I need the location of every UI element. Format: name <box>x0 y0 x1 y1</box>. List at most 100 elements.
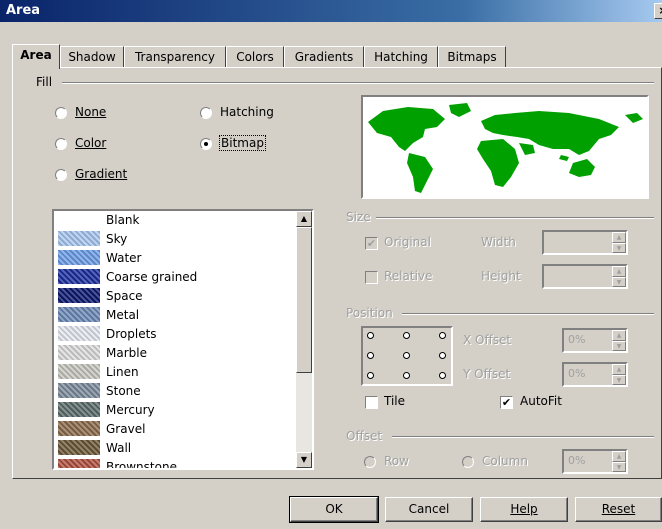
reset-button[interactable]: Reset <box>575 497 662 522</box>
spin-up-icon[interactable]: ▲ <box>612 451 626 462</box>
x-offset-value: 0% <box>568 333 586 346</box>
tab-bitmaps[interactable]: Bitmaps <box>438 46 506 68</box>
bitmap-name: Brownstone <box>106 460 177 470</box>
list-item[interactable]: Linen <box>56 363 296 382</box>
close-button[interactable]: × <box>654 3 662 19</box>
list-item[interactable]: Brownstone <box>56 458 296 470</box>
y-offset-spinner[interactable]: ▲ ▼ <box>612 364 626 385</box>
scroll-up-button[interactable]: ▲ <box>296 211 312 227</box>
radio-gradient[interactable] <box>55 169 67 181</box>
spin-up-icon[interactable]: ▲ <box>612 232 626 243</box>
bitmap-name: Mercury <box>106 403 155 417</box>
offset-spinner[interactable]: ▲ ▼ <box>612 451 626 472</box>
list-item[interactable]: Mercury <box>56 401 296 420</box>
list-item[interactable]: Blank <box>56 211 296 230</box>
label-original: Original <box>384 235 431 249</box>
spin-up-icon[interactable]: ▲ <box>612 364 626 375</box>
spin-down-icon[interactable]: ▼ <box>612 242 626 253</box>
bitmap-name: Blank <box>106 213 140 227</box>
cancel-button[interactable]: Cancel <box>385 497 473 522</box>
bitmap-name: Water <box>106 251 142 265</box>
width-spinner[interactable]: ▲ ▼ <box>612 232 626 253</box>
y-offset-field[interactable]: 0% ▲ ▼ <box>562 362 628 387</box>
radio-bitmap[interactable] <box>200 138 212 150</box>
bitmap-swatch <box>58 364 100 379</box>
radio-column[interactable] <box>462 456 474 468</box>
spin-down-icon[interactable]: ▼ <box>612 374 626 385</box>
label-color: Color <box>75 136 107 150</box>
label-hatching: Hatching <box>220 105 274 119</box>
position-point[interactable] <box>403 352 410 359</box>
checkbox-relative[interactable] <box>365 271 378 284</box>
ok-button[interactable]: OK <box>289 496 379 523</box>
position-point[interactable] <box>403 372 410 379</box>
bitmap-swatch <box>58 212 100 227</box>
radio-hatching[interactable] <box>200 107 212 119</box>
radio-row[interactable] <box>364 456 376 468</box>
checkbox-tile[interactable] <box>365 396 378 409</box>
tab-hatching[interactable]: Hatching <box>364 46 438 68</box>
height-field[interactable]: ▲ ▼ <box>542 264 628 289</box>
label-y-offset: Y Offset <box>463 367 511 381</box>
bitmap-list[interactable]: Blank Sky Water Coarse grained Space Met… <box>52 209 314 470</box>
bitmap-name: Metal <box>106 308 140 322</box>
position-point[interactable] <box>439 332 446 339</box>
list-item[interactable]: Stone <box>56 382 296 401</box>
tab-area[interactable]: Area <box>12 44 60 69</box>
position-selector[interactable] <box>361 326 453 386</box>
list-item[interactable]: Coarse grained <box>56 268 296 287</box>
tab-gradients[interactable]: Gradients <box>284 46 364 68</box>
spin-down-icon[interactable]: ▼ <box>612 340 626 351</box>
x-offset-field[interactable]: 0% ▲ ▼ <box>562 328 628 353</box>
width-field[interactable]: ▲ ▼ <box>542 230 628 255</box>
arrow-up-icon: ▲ <box>300 214 308 223</box>
position-point[interactable] <box>439 372 446 379</box>
label-bitmap: Bitmap <box>219 135 266 151</box>
spin-up-icon[interactable]: ▲ <box>612 266 626 277</box>
x-offset-spinner[interactable]: ▲ ▼ <box>612 330 626 351</box>
bitmap-swatch <box>58 231 100 246</box>
radio-color[interactable] <box>55 138 67 150</box>
position-point[interactable] <box>439 352 446 359</box>
position-point[interactable] <box>403 332 410 339</box>
list-item[interactable]: Wall <box>56 439 296 458</box>
bitmap-swatch <box>58 326 100 341</box>
position-point[interactable] <box>367 332 374 339</box>
list-item[interactable]: Gravel <box>56 420 296 439</box>
checkbox-autofit[interactable]: ✔ <box>500 396 513 409</box>
scroll-down-button[interactable]: ▼ <box>296 452 312 468</box>
bitmap-name: Linen <box>106 365 139 379</box>
bitmap-name: Sky <box>106 232 128 246</box>
bitmap-swatch <box>58 383 100 398</box>
list-scrollbar[interactable]: ▲ ▼ <box>296 211 312 468</box>
radio-none[interactable] <box>55 107 67 119</box>
list-item[interactable]: Metal <box>56 306 296 325</box>
tab-transparency[interactable]: Transparency <box>124 46 226 68</box>
checkbox-original[interactable]: ✔ <box>365 237 378 250</box>
list-item[interactable]: Droplets <box>56 325 296 344</box>
size-group-label: Size <box>346 210 375 224</box>
help-button[interactable]: Help <box>480 497 568 522</box>
list-item[interactable]: Sky <box>56 230 296 249</box>
window-title: Area <box>6 3 41 18</box>
spin-down-icon[interactable]: ▼ <box>612 276 626 287</box>
position-point[interactable] <box>367 372 374 379</box>
scroll-thumb[interactable] <box>296 227 312 373</box>
offset-field[interactable]: 0% ▲ ▼ <box>562 449 628 474</box>
label-column: Column <box>482 454 528 468</box>
list-item[interactable]: Water <box>56 249 296 268</box>
bitmap-swatch <box>58 307 100 322</box>
bitmap-swatch <box>58 269 100 284</box>
tab-shadow[interactable]: Shadow <box>60 46 124 68</box>
checkmark-icon: ✔ <box>366 237 377 250</box>
list-item[interactable]: Space <box>56 287 296 306</box>
position-point[interactable] <box>367 352 374 359</box>
list-item[interactable]: Marble <box>56 344 296 363</box>
y-offset-value: 0% <box>568 367 586 380</box>
height-spinner[interactable]: ▲ ▼ <box>612 266 626 287</box>
tab-colors[interactable]: Colors <box>226 46 284 68</box>
offset-value: 0% <box>568 454 586 467</box>
spin-down-icon[interactable]: ▼ <box>612 461 626 472</box>
spin-up-icon[interactable]: ▲ <box>612 330 626 341</box>
fill-group-label: Fill <box>36 75 57 89</box>
